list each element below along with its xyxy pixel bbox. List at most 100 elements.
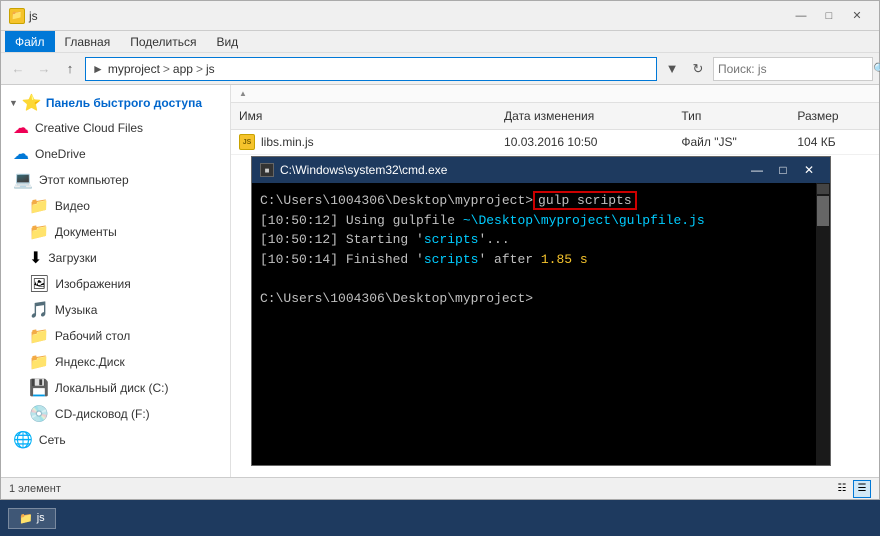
video-label: Видео [55, 199, 90, 213]
col-date-label: Дата изменения [504, 109, 594, 123]
menu-bar: Файл Главная Поделиться Вид [1, 31, 879, 53]
menu-view[interactable]: Вид [206, 31, 248, 52]
sidebar-item-downloads[interactable]: ⬇ Загрузки [1, 245, 230, 271]
cmd-title-left: ■ C:\Windows\system32\cmd.exe [260, 163, 447, 177]
sidebar-item-yandex-disk[interactable]: 📁 Яндекс.Диск [1, 349, 230, 375]
quick-access-icon: ⭐ [22, 93, 42, 113]
cmd-line-6: C:\Users\1004306\Desktop\myproject> [260, 289, 822, 309]
sidebar-item-onedrive[interactable]: ☁ OneDrive [1, 141, 230, 167]
local-disk-label: Локальный диск (C:) [55, 381, 169, 395]
local-disk-icon: 💾 [29, 378, 49, 398]
taskbar-item-explorer[interactable]: 📁 js [8, 508, 56, 529]
title-bar: 📁 js — □ ✕ [1, 1, 879, 31]
menu-file[interactable]: Файл [5, 31, 55, 52]
crumb-app: app [173, 62, 193, 76]
cmd-line-3: [10:50:12] Starting 'scripts'... [260, 230, 822, 250]
cmd-controls: — □ ✕ [744, 160, 822, 180]
forward-button[interactable]: → [33, 58, 55, 80]
cmd-command-highlighted: gulp scripts [533, 191, 637, 210]
col-name[interactable]: Имя [231, 107, 496, 125]
music-icon: 🎵 [29, 300, 49, 320]
address-path[interactable]: ► myproject > app > js [85, 57, 657, 81]
col-type[interactable]: Тип [673, 107, 789, 125]
desktop-icon: 📁 [29, 326, 49, 346]
sidebar-item-local-disk[interactable]: 💾 Локальный диск (C:) [1, 375, 230, 401]
list-view-button[interactable]: ☷ [833, 480, 851, 498]
title-bar-left: 📁 js [9, 8, 38, 24]
details-view-button[interactable]: ☰ [853, 480, 871, 498]
js-file-icon: JS [239, 134, 255, 150]
creative-cloud-icon: ☁ [13, 118, 29, 138]
sidebar-item-images[interactable]: 🖼 Изображения [1, 271, 230, 297]
computer-icon: 💻 [13, 170, 33, 190]
explorer-icon: 📁 [9, 8, 25, 24]
documents-icon: 📁 [29, 222, 49, 242]
file-row[interactable]: JS libs.min.js 10.03.2016 10:50 Файл "JS… [231, 130, 879, 155]
cmd-title-text: C:\Windows\system32\cmd.exe [280, 163, 447, 177]
images-label: Изображения [55, 277, 130, 291]
cd-drive-label: CD-дисковод (F:) [55, 407, 150, 421]
cmd-maximize-button[interactable]: □ [770, 160, 796, 180]
address-bar: ← → ↑ ► myproject > app > js ▼ ↻ 🔍 [1, 53, 879, 85]
computer-label: Этот компьютер [39, 173, 129, 187]
view-controls: ☷ ☰ [833, 480, 871, 498]
network-label: Сеть [39, 433, 66, 447]
desktop-label: Рабочий стол [55, 329, 130, 343]
col-size[interactable]: Размер [789, 107, 879, 125]
crumb-myproject: myproject [108, 62, 160, 76]
sidebar-item-documents[interactable]: 📁 Документы [1, 219, 230, 245]
cd-drive-icon: 💿 [29, 404, 49, 424]
sidebar-item-creative-cloud[interactable]: ☁ Creative Cloud Files [1, 115, 230, 141]
sidebar-item-cd-drive[interactable]: 💿 CD-дисковод (F:) [1, 401, 230, 427]
cmd-time: 1.85 s [541, 252, 588, 267]
menu-share[interactable]: Поделиться [120, 31, 206, 52]
col-name-label: Имя [239, 109, 262, 123]
taskbar-item-icon: 📁 [19, 512, 33, 525]
sidebar-item-music[interactable]: 🎵 Музыка [1, 297, 230, 323]
cmd-line-1: C:\Users\1004306\Desktop\myproject>gulp … [260, 191, 822, 211]
cmd-line-2: [10:50:12] Using gulpfile ~\Desktop\mypr… [260, 211, 822, 231]
yandex-disk-icon: 📁 [29, 352, 49, 372]
up-button[interactable]: ↑ [59, 58, 81, 80]
menu-home[interactable]: Главная [55, 31, 121, 52]
col-type-label: Тип [681, 109, 701, 123]
window-title: js [29, 9, 38, 23]
cmd-window[interactable]: ■ C:\Windows\system32\cmd.exe — □ ✕ C:\U… [251, 156, 831, 466]
video-icon: 📁 [29, 196, 49, 216]
cmd-close-button[interactable]: ✕ [796, 160, 822, 180]
minimize-button[interactable]: — [787, 6, 815, 26]
cmd-gulpfile-link: ~\Desktop\myproject\gulpfile.js [463, 213, 705, 228]
refresh-button[interactable]: ↻ [687, 58, 709, 80]
col-date[interactable]: Дата изменения [496, 107, 673, 125]
cmd-prompt-1: C:\Users\1004306\Desktop\myproject> [260, 193, 533, 208]
onedrive-label: OneDrive [35, 147, 86, 161]
sidebar-item-quick-access[interactable]: ▼ ⭐ Панель быстрого доступа [1, 89, 230, 115]
back-button[interactable]: ← [7, 58, 29, 80]
cmd-scrollbar[interactable] [816, 183, 830, 465]
sidebar: ▼ ⭐ Панель быстрого доступа ☁ Creative C… [1, 85, 231, 477]
column-headers: Имя Дата изменения Тип Размер [231, 103, 879, 130]
taskbar-item-label: js [37, 512, 45, 524]
cmd-minimize-button[interactable]: — [744, 160, 770, 180]
taskbar: 📁 js [0, 500, 880, 536]
sidebar-item-this-computer[interactable]: 💻 Этот компьютер [1, 167, 230, 193]
sort-arrow: ▲ [239, 89, 247, 98]
file-type-cell: Файл "JS" [673, 135, 789, 149]
sidebar-item-video[interactable]: 📁 Видео [1, 193, 230, 219]
col-size-label: Размер [797, 109, 838, 123]
file-name-text: libs.min.js [261, 135, 314, 149]
cmd-line-5 [260, 269, 822, 289]
onedrive-icon: ☁ [13, 144, 29, 164]
maximize-button[interactable]: □ [815, 6, 843, 26]
network-icon: 🌐 [13, 430, 33, 450]
sidebar-item-desktop[interactable]: 📁 Рабочий стол [1, 323, 230, 349]
file-date-cell: 10.03.2016 10:50 [496, 135, 673, 149]
search-input[interactable] [718, 62, 873, 76]
downloads-icon: ⬇ [29, 248, 42, 268]
close-button[interactable]: ✕ [843, 6, 871, 26]
sidebar-item-network[interactable]: 🌐 Сеть [1, 427, 230, 453]
dropdown-button[interactable]: ▼ [661, 58, 683, 80]
explorer-window: 📁 js — □ ✕ Файл Главная Поделиться Вид ←… [0, 0, 880, 500]
cmd-scripts-1: scripts [424, 232, 479, 247]
quick-access-label: Панель быстрого доступа [46, 96, 202, 110]
